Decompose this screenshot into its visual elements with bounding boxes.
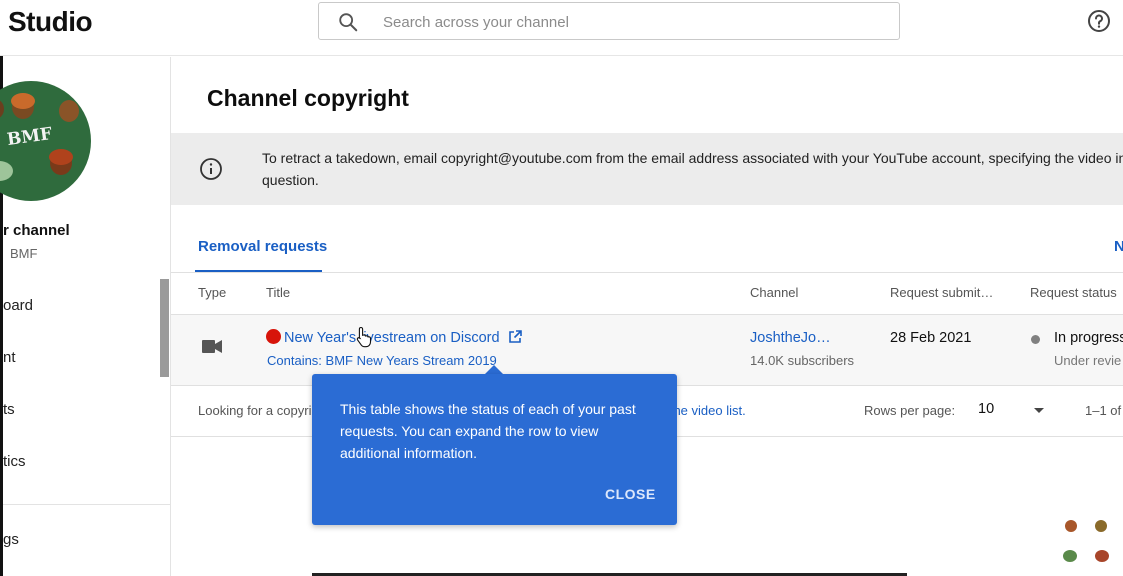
tab-removal-requests[interactable]: Removal requests <box>198 238 327 255</box>
pagination-range: 1–1 of <box>1085 403 1122 418</box>
column-header-title: Title <box>266 285 291 300</box>
info-banner: To retract a takedown, email copyright@y… <box>171 133 1123 205</box>
video-title: New Year's livestream on Discord <box>284 330 500 346</box>
contains-text[interactable]: Contains: BMF New Years Stream 2019 <box>267 353 497 368</box>
request-date: 28 Feb 2021 <box>890 330 972 346</box>
dropdown-caret-icon[interactable] <box>1034 408 1044 413</box>
channel-name: BMF <box>10 246 38 261</box>
column-header-channel: Channel <box>750 285 799 300</box>
column-header-request-status[interactable]: Request status <box>1030 285 1117 300</box>
request-status: In progress <box>1054 330 1123 346</box>
search-placeholder: Search across your channel <box>383 14 569 31</box>
tooltip-close-button[interactable]: CLOSE <box>605 486 656 502</box>
search-icon <box>339 13 358 32</box>
studio-logo[interactable]: Studio <box>8 6 93 38</box>
column-header-request-submitted[interactable]: Request submit… <box>890 285 993 300</box>
video-title-link[interactable]: New Year's livestream on Discord <box>266 329 522 346</box>
channel-subscribers: 14.0K subscribers <box>750 353 855 368</box>
status-dot-icon <box>1031 335 1040 344</box>
sidebar-item-dashboard[interactable]: oard <box>3 297 33 314</box>
rows-per-page-label: Rows per page: <box>864 403 956 418</box>
hand-cursor-icon <box>356 326 372 348</box>
help-icon[interactable] <box>1087 9 1111 33</box>
channel-link[interactable]: JoshtheJo… <box>750 330 831 346</box>
sidebar-item-playlists[interactable]: ts <box>3 401 15 418</box>
youtube-studio-page: Studio Search across your channel BMF r … <box>0 0 1123 576</box>
column-header-type: Type <box>198 285 227 300</box>
tooltip-text: This table shows the status of each of y… <box>340 401 636 461</box>
sidebar-item-content[interactable]: nt <box>3 349 16 366</box>
info-icon <box>200 158 222 180</box>
banner-text: To retract a takedown, email copyright@y… <box>262 150 1123 188</box>
sidebar-scrollbar[interactable] <box>160 279 169 377</box>
page-title: Channel copyright <box>207 85 409 111</box>
tab-next[interactable]: N <box>1114 238 1123 255</box>
sidebar-divider <box>3 504 171 505</box>
search-input[interactable]: Search across your channel <box>318 2 900 40</box>
footer-help-text: Looking for a copyri <box>198 403 312 418</box>
live-dot-icon <box>266 329 281 344</box>
channel-watermark <box>1063 520 1109 562</box>
video-camera-icon <box>202 340 222 353</box>
external-link-icon[interactable] <box>508 330 522 344</box>
sidebar: BMF r channel BMF oard nt ts tics gs <box>0 57 171 576</box>
rows-per-page-select[interactable]: 10 <box>978 401 994 417</box>
info-tooltip: This table shows the status of each of y… <box>312 374 677 525</box>
channel-avatar[interactable]: BMF <box>0 81 91 201</box>
sidebar-item-settings[interactable]: gs <box>3 531 19 548</box>
tabs-divider <box>171 272 1123 273</box>
top-bar: Studio Search across your channel <box>0 0 1123 56</box>
request-status-detail: Under revie <box>1054 353 1122 368</box>
sidebar-item-analytics[interactable]: tics <box>3 453 26 470</box>
your-channel-label: r channel <box>3 222 70 239</box>
